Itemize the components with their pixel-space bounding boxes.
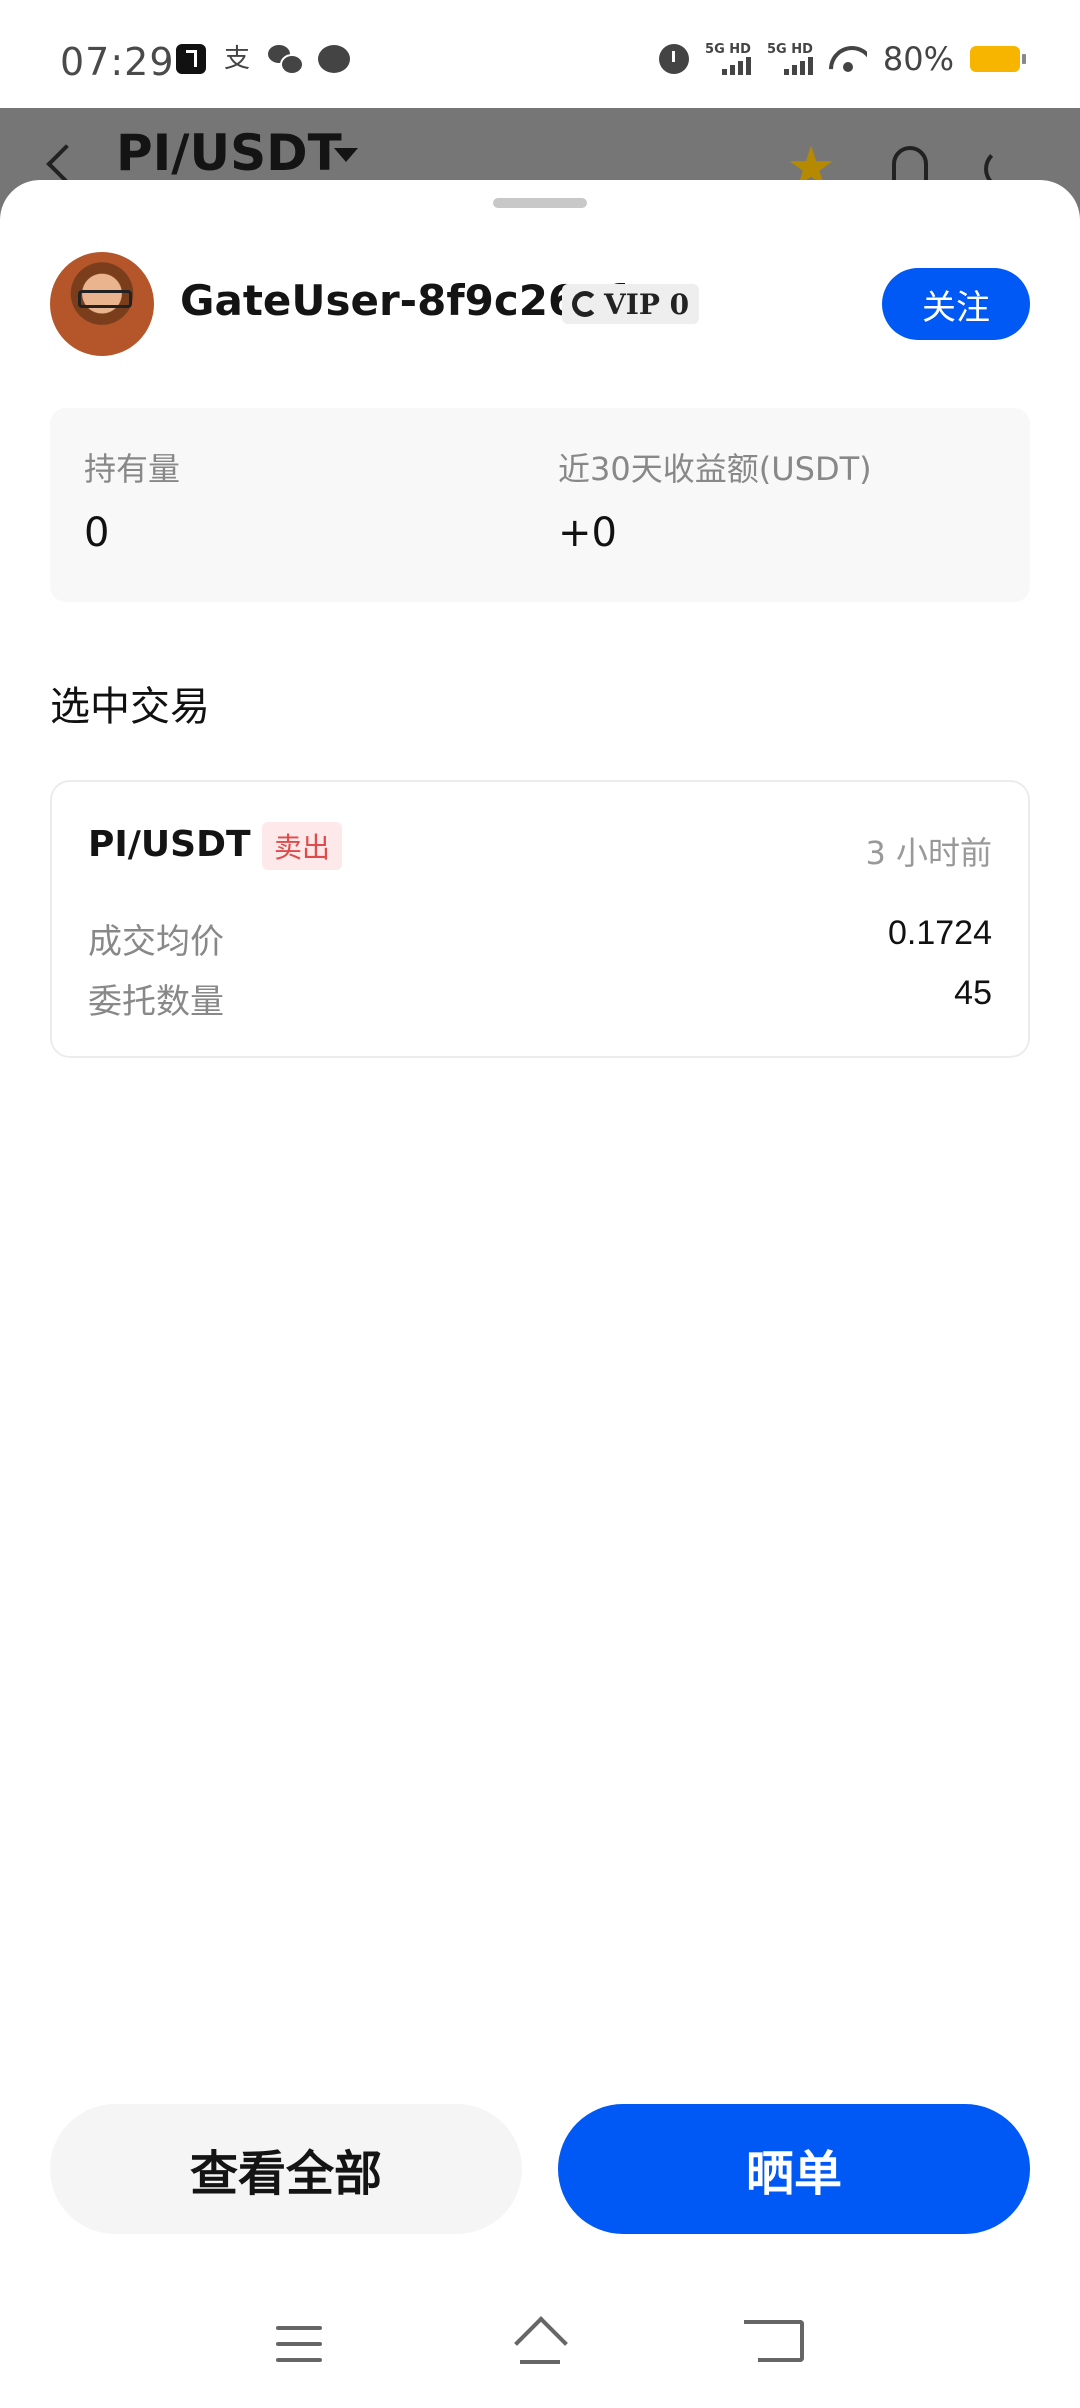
amount-value: 45 [954, 974, 992, 1012]
share-trade-button[interactable]: 晒单 [558, 2104, 1030, 2234]
alarm-icon [659, 44, 690, 74]
amount-label: 委托数量 [88, 982, 224, 1022]
wechat-icon [268, 45, 304, 75]
vip-label: VIP 0 [604, 287, 690, 321]
tiktok-icon [176, 44, 206, 74]
menu-icon[interactable] [276, 2326, 322, 2362]
follow-button[interactable]: 关注 [882, 268, 1030, 340]
signal-label: 5G HD [766, 42, 813, 57]
pnl-label: 近30天收益额(USDT) [558, 450, 872, 488]
username: GateUser-8f9c264f [180, 276, 625, 325]
caret-down-icon[interactable] [334, 148, 358, 162]
back-nav-icon[interactable] [744, 2320, 804, 2362]
holdings-stat: 持有量 0 [84, 444, 180, 556]
trade-time: 3 小时前 [865, 834, 992, 872]
signal-label: 5G HD [705, 42, 751, 57]
trade-card[interactable]: PI/USDT 卖出 3 小时前 成交均价 0.1724 委托数量 45 [50, 780, 1030, 1058]
vip-badge: VIP 0 [562, 284, 700, 324]
home-icon[interactable] [514, 2320, 566, 2364]
avg-price-value: 0.1724 [888, 914, 992, 952]
wifi-icon [829, 44, 867, 74]
section-title: 选中交易 [50, 684, 210, 730]
status-time: 07:29 [60, 40, 175, 84]
pnl-value: +0 [558, 510, 617, 556]
battery-icon [970, 46, 1026, 72]
signal-icon: 5G HD [705, 43, 751, 75]
signal-icon: 5G HD [767, 43, 813, 75]
system-icons: 5G HD 5G HD 80% [659, 40, 1026, 78]
trade-side-badge: 卖出 [262, 822, 343, 870]
avg-price-label: 成交均价 [88, 922, 224, 962]
view-all-button[interactable]: 查看全部 [50, 2104, 522, 2234]
battery-percent: 80% [882, 40, 954, 78]
holdings-label: 持有量 [84, 450, 181, 488]
avg-price-row: 成交均价 0.1724 [88, 914, 992, 963]
status-bar: 07:29 支 5G HD 5G HD 80% [0, 0, 1080, 108]
pair-title[interactable]: PI/USDT [116, 124, 342, 182]
trade-pair: PI/USDT [88, 824, 251, 865]
alipay-icon: 支 [223, 44, 250, 74]
vip-icon [572, 291, 598, 317]
amount-row: 委托数量 45 [88, 974, 992, 1023]
sheet-grabber[interactable] [493, 198, 587, 208]
notification-icons: 支 [176, 44, 350, 75]
avatar[interactable] [50, 252, 154, 356]
message-icon [318, 45, 350, 73]
bottom-sheet: GateUser-8f9c264f VIP 0 关注 持有量 0 近30天收益额… [0, 180, 1080, 2408]
stats-card: 持有量 0 近30天收益额(USDT) +0 [50, 408, 1030, 602]
pnl-stat: 近30天收益额(USDT) +0 [558, 444, 872, 556]
holdings-value: 0 [84, 510, 110, 556]
